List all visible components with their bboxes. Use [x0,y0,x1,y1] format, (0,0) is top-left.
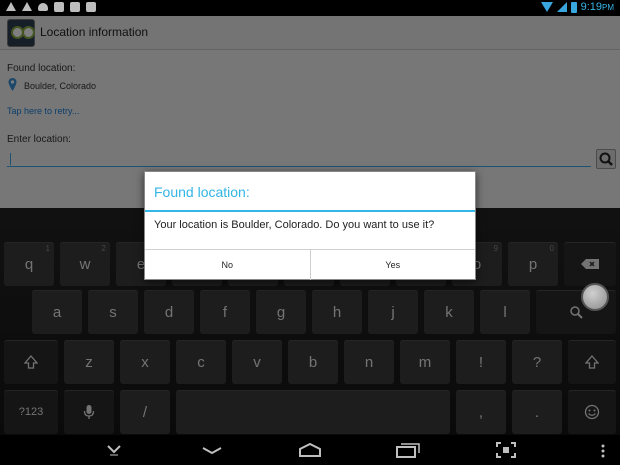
found-location-dialog: Found location: Your location is Boulder… [144,171,476,280]
warning-icon [6,2,16,11]
battery-icon [570,1,577,13]
back-icon[interactable] [201,445,223,455]
dialog-title: Found location: [154,184,250,200]
clock: 9:19PM [580,1,614,13]
dialog-message: Your location is Boulder, Colorado. Do y… [154,219,435,231]
warning-icon [22,2,32,11]
yes-button[interactable]: Yes [309,250,476,280]
dialog-buttons: No Yes [145,249,475,280]
notification-icons [6,2,96,12]
no-button[interactable]: No [145,250,310,280]
menu-icon[interactable] [600,444,606,458]
calendar-icon [70,2,80,12]
keyboard-hide-icon[interactable] [104,444,124,456]
status-bar: 9:19PM [0,0,620,16]
screenshot-icon[interactable] [496,442,516,458]
cloud-icon [38,3,48,11]
navigation-bar [0,435,620,465]
image-icon [54,2,64,12]
home-icon[interactable] [298,443,322,457]
wifi-icon [540,2,553,12]
dialog-divider [145,210,475,212]
assistive-touch-button[interactable] [581,283,609,311]
system-icons: 9:19PM [540,1,614,13]
signal-icon [556,2,567,12]
recents-icon[interactable] [396,442,420,458]
briefcase-icon [86,2,96,12]
